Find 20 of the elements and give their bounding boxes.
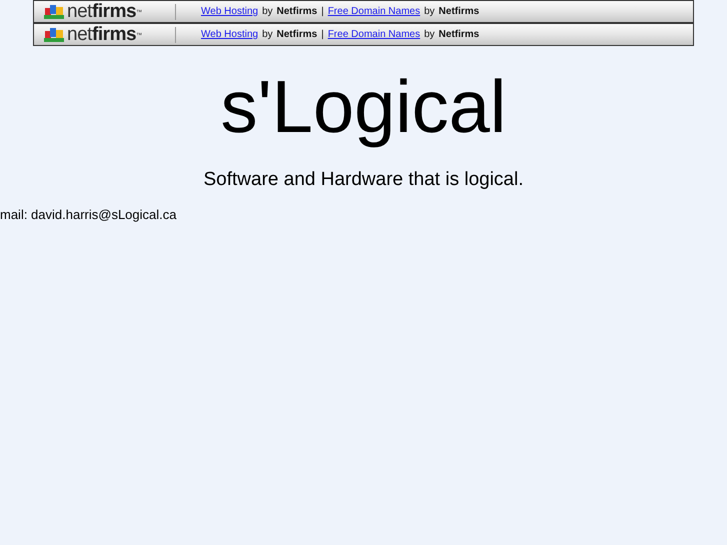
logo-text: netfirms$^{™}$ [67, 2, 142, 21]
logo-icon [44, 26, 66, 43]
banner-link[interactable]: Web Hosting [201, 27, 258, 42]
banner-text: by [424, 5, 435, 19]
banner-link[interactable]: Free Domain Names [328, 27, 420, 42]
brand-name: Netfirms [276, 28, 318, 42]
banner-text: by [262, 5, 273, 19]
brand-name: Netfirms [438, 5, 480, 19]
brand-name: Netfirms [276, 5, 318, 19]
contact-email: mail: david.harris@sLogical.ca [0, 206, 178, 224]
logo-icon [44, 3, 66, 20]
banner-link[interactable]: Web Hosting [201, 4, 258, 19]
banner-text: | [321, 28, 324, 42]
logo-text: netfirms$^{™}$ [67, 25, 142, 44]
banner-text: by [262, 28, 273, 42]
banner-text: by [424, 28, 435, 42]
brand-name: Netfirms [438, 28, 480, 42]
banner-link[interactable]: Free Domain Names [328, 4, 420, 19]
banner-text: | [321, 5, 324, 19]
tagline: Software and Hardware that is logical. [204, 168, 524, 192]
